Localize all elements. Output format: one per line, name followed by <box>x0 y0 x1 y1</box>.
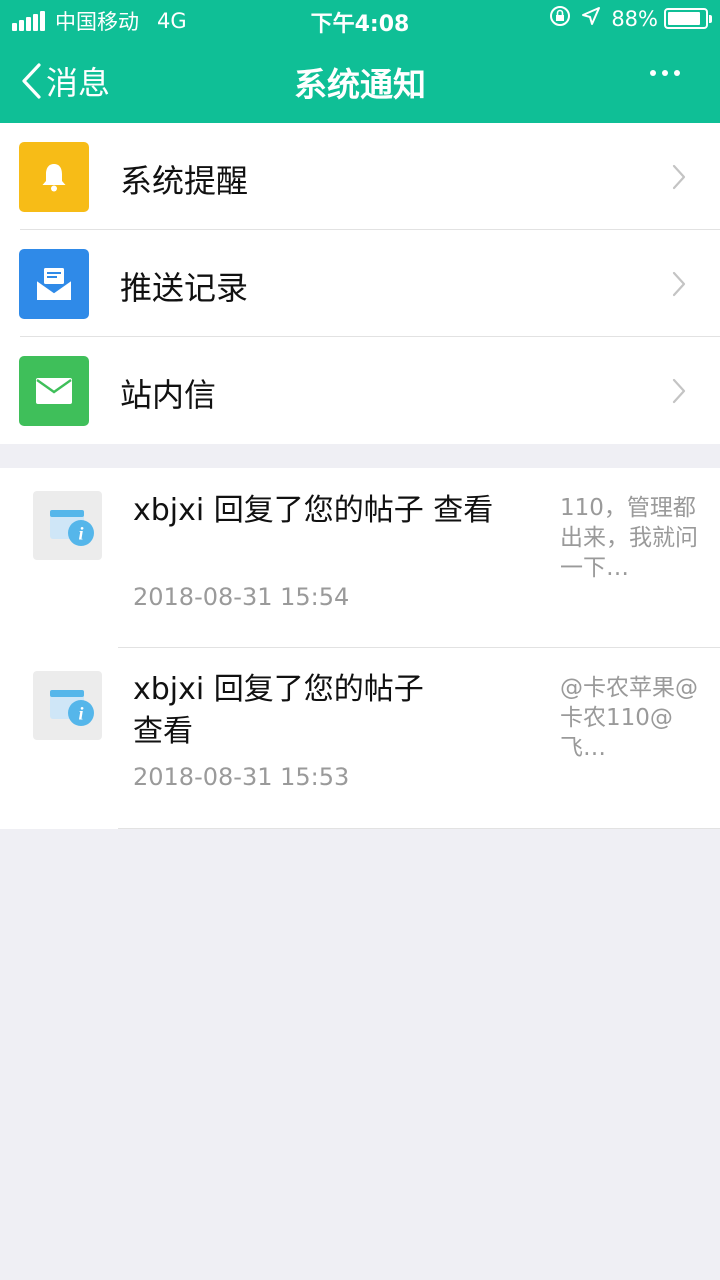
info-window-icon: i <box>33 671 102 740</box>
notification-list: i xbjxi 回复了您的帖子 查看 2018-08-31 15:54 110，… <box>0 468 720 829</box>
info-window-icon: i <box>33 491 102 560</box>
svg-text:i: i <box>78 524 83 544</box>
nav-bar: 消息 系统通知 <box>0 40 720 123</box>
header: 中国移动 4G 下午4:08 88% 消息 系统通知 <box>0 0 720 123</box>
menu-item-label: 站内信 <box>120 376 217 414</box>
menu-item-label: 推送记录 <box>120 269 249 307</box>
more-icon[interactable] <box>644 70 680 76</box>
notification-item[interactable]: i xbjxi 回复了您的帖子 查看 2018-08-31 15:54 110，… <box>0 468 720 648</box>
menu-item-inbox[interactable]: 站内信 <box>0 337 720 444</box>
menu-list: 系统提醒 推送记录 站内信 <box>0 123 720 444</box>
notification-time: 2018-08-31 15:53 <box>133 763 350 791</box>
status-right: 88% <box>549 5 712 32</box>
notification-title: xbjxi 回复了您的帖子 查看 <box>133 493 494 528</box>
page-title: 系统通知 <box>294 65 426 104</box>
battery-fill <box>668 12 700 25</box>
mail-icon <box>19 356 89 426</box>
bell-icon <box>19 142 89 212</box>
battery-icon <box>664 8 712 29</box>
menu-item-push-records[interactable]: 推送记录 <box>0 230 720 337</box>
svg-text:i: i <box>78 704 83 724</box>
chevron-right-icon <box>672 378 686 404</box>
location-arrow-icon <box>581 6 601 31</box>
menu-item-label: 系统提醒 <box>120 162 249 200</box>
rotation-lock-icon <box>549 5 571 32</box>
chevron-right-icon <box>672 164 686 190</box>
battery-percent: 88% <box>611 6 658 31</box>
status-bar: 中国移动 4G 下午4:08 88% <box>0 0 720 40</box>
notification-preview: 110，管理都出来，我就问一下… <box>560 495 698 581</box>
notification-preview: @卡农苹果@卡农110@飞… <box>560 675 698 761</box>
menu-item-system-reminder[interactable]: 系统提醒 <box>0 123 720 230</box>
push-envelope-icon <box>19 249 89 319</box>
notification-title: xbjxi 回复了您的帖子 查看 <box>133 672 424 749</box>
notification-item[interactable]: i xbjxi 回复了您的帖子 查看 2018-08-31 15:53 @卡农苹… <box>0 648 720 829</box>
chevron-right-icon <box>672 271 686 297</box>
notification-time: 2018-08-31 15:54 <box>133 583 350 611</box>
